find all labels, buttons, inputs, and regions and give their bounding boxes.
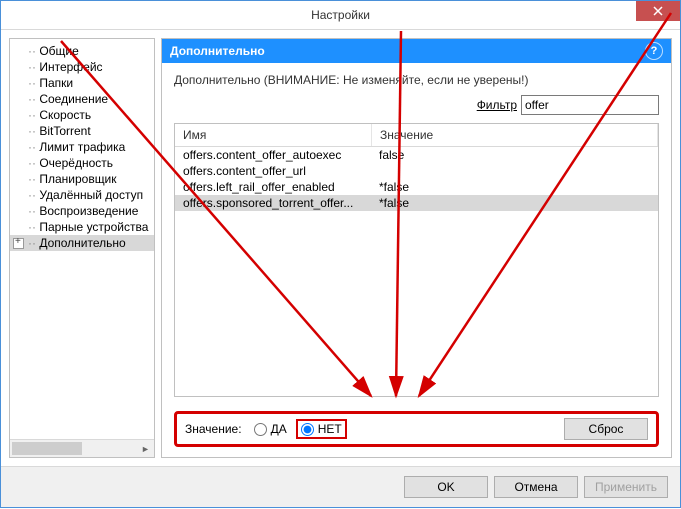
sidebar-item[interactable]: ·· Дополнительно — [10, 235, 154, 251]
sidebar-item[interactable]: ·· Скорость — [10, 107, 154, 123]
cancel-button[interactable]: Отмена — [494, 476, 578, 498]
sidebar-item[interactable]: ·· Соединение — [10, 91, 154, 107]
sidebar-item[interactable]: ·· Парные устройства — [10, 219, 154, 235]
sidebar-item[interactable]: ·· BitTorrent — [10, 123, 154, 139]
sidebar: ·· Общие·· Интерфейс·· Папки·· Соединени… — [9, 38, 155, 458]
titlebar: Настройки — [1, 1, 680, 30]
panel-header: Дополнительно ? — [162, 39, 671, 63]
table-row[interactable]: offers.sponsored_torrent_offer...*false — [175, 195, 658, 211]
sidebar-item[interactable]: ·· Удалённый доступ — [10, 187, 154, 203]
table-row[interactable]: offers.content_offer_url — [175, 163, 658, 179]
value-label: Значение: — [185, 422, 242, 436]
table-row[interactable]: offers.content_offer_autoexecfalse — [175, 147, 658, 163]
dialog-footer: OK Отмена Применить — [1, 466, 680, 507]
table-row[interactable]: offers.left_rail_offer_enabled*false — [175, 179, 658, 195]
sidebar-item[interactable]: ·· Папки — [10, 75, 154, 91]
scroll-right-icon[interactable]: ► — [137, 440, 154, 457]
sidebar-scrollbar[interactable]: ◄ ► — [10, 439, 154, 457]
ok-button[interactable]: OK — [404, 476, 488, 498]
radio-yes[interactable]: ДА — [254, 422, 287, 436]
reset-button[interactable]: Сброс — [564, 418, 648, 440]
settings-table: Имя Значение offers.content_offer_autoex… — [174, 123, 659, 397]
window-title: Настройки — [311, 8, 370, 22]
sidebar-item[interactable]: ·· Общие — [10, 43, 154, 59]
radio-no[interactable]: НЕТ — [299, 422, 344, 436]
main-panel: Дополнительно ? Дополнительно (ВНИМАНИЕ:… — [161, 38, 672, 458]
column-header-value[interactable]: Значение — [372, 124, 658, 146]
sidebar-item[interactable]: ·· Интерфейс — [10, 59, 154, 75]
settings-tree[interactable]: ·· Общие·· Интерфейс·· Папки·· Соединени… — [10, 39, 154, 439]
sidebar-item[interactable]: ·· Очерёдность — [10, 155, 154, 171]
scroll-thumb[interactable] — [12, 442, 82, 455]
panel-title: Дополнительно — [170, 44, 265, 58]
filter-label: Фильтр — [477, 98, 517, 112]
warning-text: Дополнительно (ВНИМАНИЕ: Не изменяйте, е… — [174, 73, 659, 87]
sidebar-item[interactable]: ·· Планировщик — [10, 171, 154, 187]
value-editor: Значение: ДА НЕТ Сброс — [174, 411, 659, 447]
help-icon[interactable]: ? — [645, 42, 663, 60]
close-button[interactable] — [636, 1, 680, 21]
apply-button[interactable]: Применить — [584, 476, 668, 498]
column-header-name[interactable]: Имя — [175, 124, 372, 146]
sidebar-item[interactable]: ·· Лимит трафика — [10, 139, 154, 155]
sidebar-item[interactable]: ·· Воспроизведение — [10, 203, 154, 219]
close-icon — [653, 6, 663, 16]
filter-input[interactable] — [521, 95, 659, 115]
